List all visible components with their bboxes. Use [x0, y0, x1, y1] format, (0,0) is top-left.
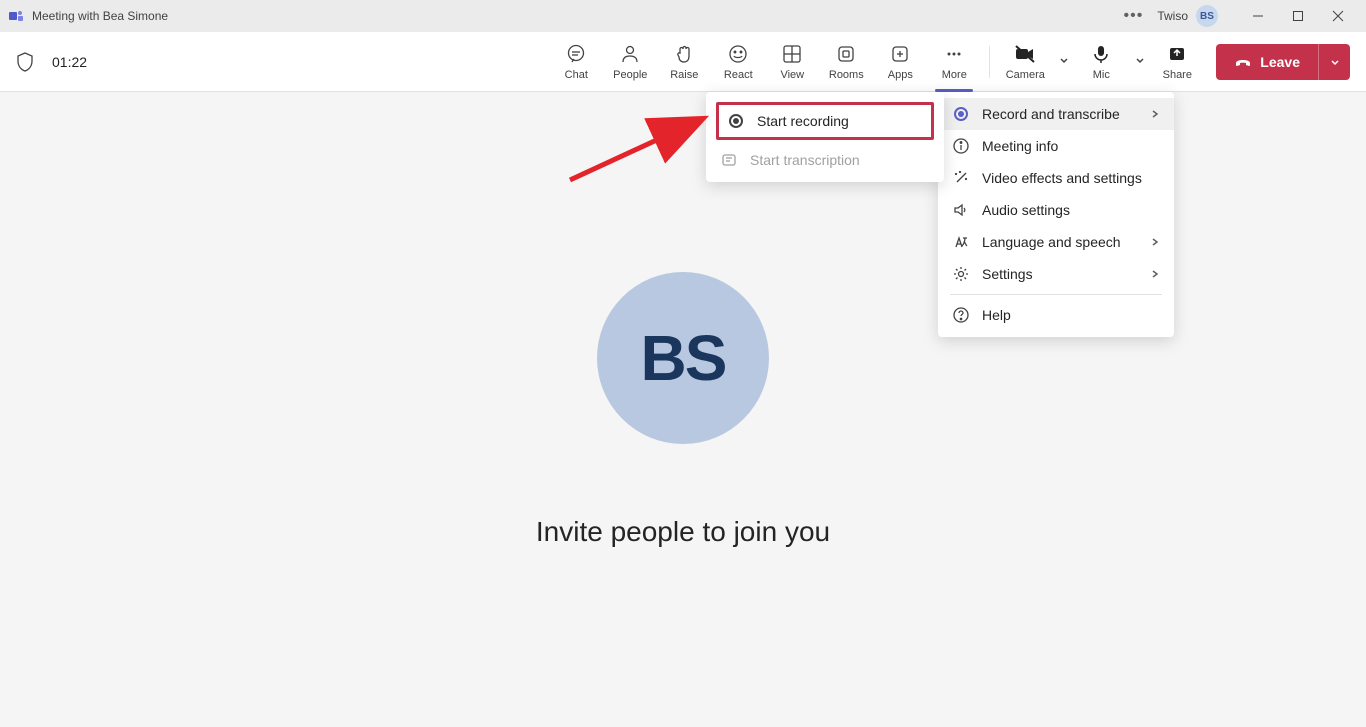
react-label: React: [724, 69, 753, 81]
chevron-right-icon: [1150, 234, 1160, 250]
menu-label: Video effects and settings: [982, 170, 1160, 186]
react-button[interactable]: React: [711, 34, 765, 90]
rooms-label: Rooms: [829, 69, 864, 81]
chevron-right-icon: [1150, 106, 1160, 122]
mic-chevron[interactable]: [1130, 53, 1150, 71]
people-button[interactable]: People: [603, 34, 657, 90]
submenu-start-transcription: Start transcription: [706, 144, 944, 176]
camera-button[interactable]: Camera: [998, 34, 1052, 90]
meeting-timer: 01:22: [52, 54, 87, 70]
camera-chevron[interactable]: [1054, 53, 1074, 71]
menu-label: Audio settings: [982, 202, 1160, 218]
maximize-button[interactable]: [1278, 0, 1318, 32]
react-icon: [728, 43, 748, 65]
participant-avatar: BS: [597, 272, 769, 444]
rooms-button[interactable]: Rooms: [819, 34, 873, 90]
menu-video-effects[interactable]: Video effects and settings: [938, 162, 1174, 194]
more-icon: [944, 43, 964, 65]
mic-button[interactable]: Mic: [1074, 34, 1128, 90]
leave-chevron[interactable]: [1318, 44, 1350, 80]
record-submenu: Start recording Start transcription: [706, 92, 944, 182]
chat-icon: [566, 43, 586, 65]
submenu-label: Start recording: [757, 113, 923, 129]
view-label: View: [780, 69, 804, 81]
leave-button[interactable]: Leave: [1216, 44, 1318, 80]
menu-label: Record and transcribe: [982, 106, 1138, 122]
menu-label: Language and speech: [982, 234, 1138, 250]
camera-off-icon: [1014, 43, 1036, 65]
menu-settings[interactable]: Settings: [938, 258, 1174, 290]
menu-meeting-info[interactable]: Meeting info: [938, 130, 1174, 162]
window-title: Meeting with Bea Simone: [32, 9, 1118, 23]
menu-language-speech[interactable]: Language and speech: [938, 226, 1174, 258]
menu-label: Meeting info: [982, 138, 1160, 154]
share-label: Share: [1163, 69, 1192, 81]
minimize-button[interactable]: [1238, 0, 1278, 32]
teams-icon: [8, 8, 24, 24]
camera-label: Camera: [1006, 69, 1045, 81]
chat-label: Chat: [565, 69, 588, 81]
toolbar-divider: [989, 46, 990, 78]
leave-label: Leave: [1260, 54, 1300, 70]
mic-label: Mic: [1093, 69, 1110, 81]
view-button[interactable]: View: [765, 34, 819, 90]
menu-label: Help: [982, 307, 1160, 323]
people-icon: [620, 43, 640, 65]
language-icon: [952, 234, 970, 250]
titlebar-more-icon[interactable]: •••: [1118, 7, 1150, 25]
more-menu: Record and transcribe Meeting info Video…: [938, 92, 1174, 337]
record-icon: [727, 114, 745, 128]
submenu-label: Start transcription: [750, 152, 930, 168]
share-icon: [1167, 43, 1187, 65]
apps-label: Apps: [888, 69, 913, 81]
raise-hand-icon: [674, 43, 694, 65]
raise-label: Raise: [670, 69, 698, 81]
more-button[interactable]: More: [927, 34, 981, 90]
rooms-icon: [836, 43, 856, 65]
invite-prompt: Invite people to join you: [536, 516, 830, 548]
mic-icon: [1091, 43, 1111, 65]
transcription-icon: [720, 152, 738, 168]
chevron-right-icon: [1150, 266, 1160, 282]
menu-audio-settings[interactable]: Audio settings: [938, 194, 1174, 226]
people-label: People: [613, 69, 647, 81]
speaker-icon: [952, 202, 970, 218]
menu-help[interactable]: Help: [938, 299, 1174, 331]
menu-record-transcribe[interactable]: Record and transcribe: [938, 98, 1174, 130]
meeting-toolbar: 01:22 Chat People Raise React View Rooms: [0, 32, 1366, 92]
chat-button[interactable]: Chat: [549, 34, 603, 90]
help-icon: [952, 307, 970, 323]
user-avatar-small[interactable]: BS: [1196, 5, 1218, 27]
hangup-icon: [1234, 53, 1252, 71]
close-button[interactable]: [1318, 0, 1358, 32]
gear-icon: [952, 266, 970, 282]
apps-button[interactable]: Apps: [873, 34, 927, 90]
menu-label: Settings: [982, 266, 1138, 282]
share-button[interactable]: Share: [1150, 34, 1204, 90]
title-bar: Meeting with Bea Simone ••• Twiso BS: [0, 0, 1366, 32]
user-label: Twiso: [1157, 9, 1188, 23]
record-icon: [952, 107, 970, 121]
apps-icon: [890, 43, 910, 65]
menu-divider: [950, 294, 1162, 295]
shield-icon[interactable]: [16, 52, 34, 72]
raise-button[interactable]: Raise: [657, 34, 711, 90]
info-icon: [952, 138, 970, 154]
wand-icon: [952, 170, 970, 186]
submenu-start-recording[interactable]: Start recording: [716, 102, 934, 140]
view-icon: [782, 43, 802, 65]
more-label: More: [942, 69, 967, 81]
